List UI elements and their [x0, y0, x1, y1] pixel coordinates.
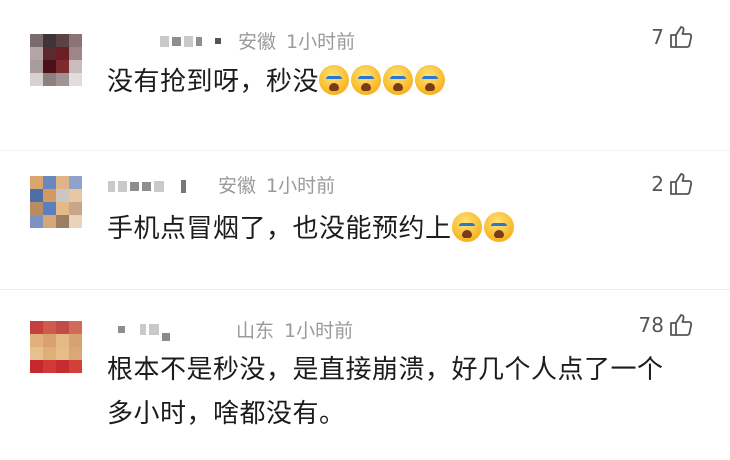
avatar-pixel — [56, 347, 69, 360]
avatar-pixel — [30, 215, 43, 228]
like-count: 78 — [638, 313, 664, 337]
comment-meta: 安徽 1小时前 — [218, 171, 335, 198]
avatar-pixel — [69, 73, 82, 86]
avatar-pixel — [56, 202, 69, 215]
avatar-pixel — [56, 360, 69, 373]
avatar-pixel — [30, 189, 43, 202]
username-blurred[interactable] — [108, 177, 186, 195]
avatar-pixel — [30, 47, 43, 60]
avatar-pixel — [69, 321, 82, 334]
avatar-pixel — [69, 34, 82, 47]
thumbs-up-icon — [670, 26, 693, 48]
comment-text-body: 没有抢到呀，秒没 — [107, 67, 320, 97]
thumbs-up-icon — [670, 173, 693, 195]
avatar-pixel — [43, 347, 56, 360]
like-count: 7 — [651, 25, 664, 49]
like-count: 2 — [651, 172, 664, 196]
comment-text: 手机点冒烟了，也没能预约上 — [107, 207, 697, 251]
avatar-pixel — [69, 47, 82, 60]
comment-item: 山东 1小时前 根本不是秒没，是直接崩溃，好几个人点了一个多小时，啥都没有。 78 — [0, 290, 730, 460]
avatar-pixel — [30, 321, 43, 334]
avatar-pixel — [43, 321, 56, 334]
crying-face-emoji-icon — [483, 212, 514, 242]
avatar[interactable] — [30, 176, 82, 228]
avatar-pixel — [30, 334, 43, 347]
avatar-pixel — [56, 189, 69, 202]
comment-meta: 安徽 1小时前 — [238, 27, 355, 54]
crying-face-emoji-icon — [451, 212, 482, 242]
username-blurred[interactable] — [118, 320, 170, 341]
avatar-pixel — [56, 334, 69, 347]
comment-text-body: 根本不是秒没，是直接崩溃，好几个人点了一个多小时，啥都没有。 — [107, 355, 664, 429]
crying-face-emoji-icon — [351, 65, 382, 95]
comment-item: 安徽 1小时前 没有抢到呀，秒没 7 — [0, 0, 730, 150]
crying-face-emoji-icon — [415, 65, 446, 95]
avatar-pixel — [43, 47, 56, 60]
avatar-pixel — [69, 202, 82, 215]
comment-location: 安徽 — [238, 31, 277, 53]
crying-face-emoji-icon — [383, 65, 414, 95]
avatar-pixel — [43, 60, 56, 73]
avatar-pixel — [69, 189, 82, 202]
crying-face-emoji-icon — [319, 65, 350, 95]
comment-time: 1小时前 — [284, 320, 354, 342]
avatar-pixel — [43, 189, 56, 202]
comment-item: 安徽 1小时前 手机点冒烟了，也没能预约上 2 — [0, 150, 730, 285]
like-button[interactable]: 2 — [651, 171, 694, 197]
thumbs-up-icon — [670, 314, 693, 336]
avatar-pixel — [30, 60, 43, 73]
avatar-pixel — [69, 176, 82, 189]
avatar-pixel — [43, 360, 56, 373]
comment-text: 根本不是秒没，是直接崩溃，好几个人点了一个多小时，啥都没有。 — [107, 348, 687, 436]
avatar-pixel — [30, 202, 43, 215]
avatar-pixel — [30, 176, 43, 189]
avatar-pixel — [69, 334, 82, 347]
avatar-pixel — [43, 176, 56, 189]
comment-text: 没有抢到呀，秒没 — [107, 60, 697, 104]
avatar-pixel — [69, 60, 82, 73]
avatar[interactable] — [30, 321, 82, 373]
avatar-pixel — [43, 215, 56, 228]
like-button[interactable]: 7 — [651, 24, 694, 50]
avatar-pixel — [43, 334, 56, 347]
avatar-pixel — [30, 73, 43, 86]
username-blurred[interactable] — [160, 32, 221, 50]
avatar-pixel — [69, 360, 82, 373]
comment-time: 1小时前 — [286, 31, 356, 53]
avatar-pixel — [56, 34, 69, 47]
avatar-pixel — [69, 347, 82, 360]
comment-location: 安徽 — [218, 175, 257, 197]
avatar[interactable] — [30, 34, 82, 86]
avatar-pixel — [56, 215, 69, 228]
avatar-pixel — [30, 34, 43, 47]
avatar-pixel — [43, 34, 56, 47]
avatar-pixel — [43, 202, 56, 215]
comment-text-body: 手机点冒烟了，也没能预约上 — [107, 214, 452, 244]
avatar-pixel — [30, 347, 43, 360]
avatar-pixel — [56, 176, 69, 189]
avatar-pixel — [56, 60, 69, 73]
comment-meta: 山东 1小时前 — [236, 316, 353, 343]
avatar-pixel — [43, 73, 56, 86]
avatar-pixel — [30, 360, 43, 373]
like-button[interactable]: 78 — [639, 312, 694, 338]
avatar-pixel — [56, 321, 69, 334]
comment-time: 1小时前 — [266, 175, 336, 197]
avatar-pixel — [56, 47, 69, 60]
comment-location: 山东 — [236, 320, 275, 342]
avatar-pixel — [69, 215, 82, 228]
avatar-pixel — [56, 73, 69, 86]
